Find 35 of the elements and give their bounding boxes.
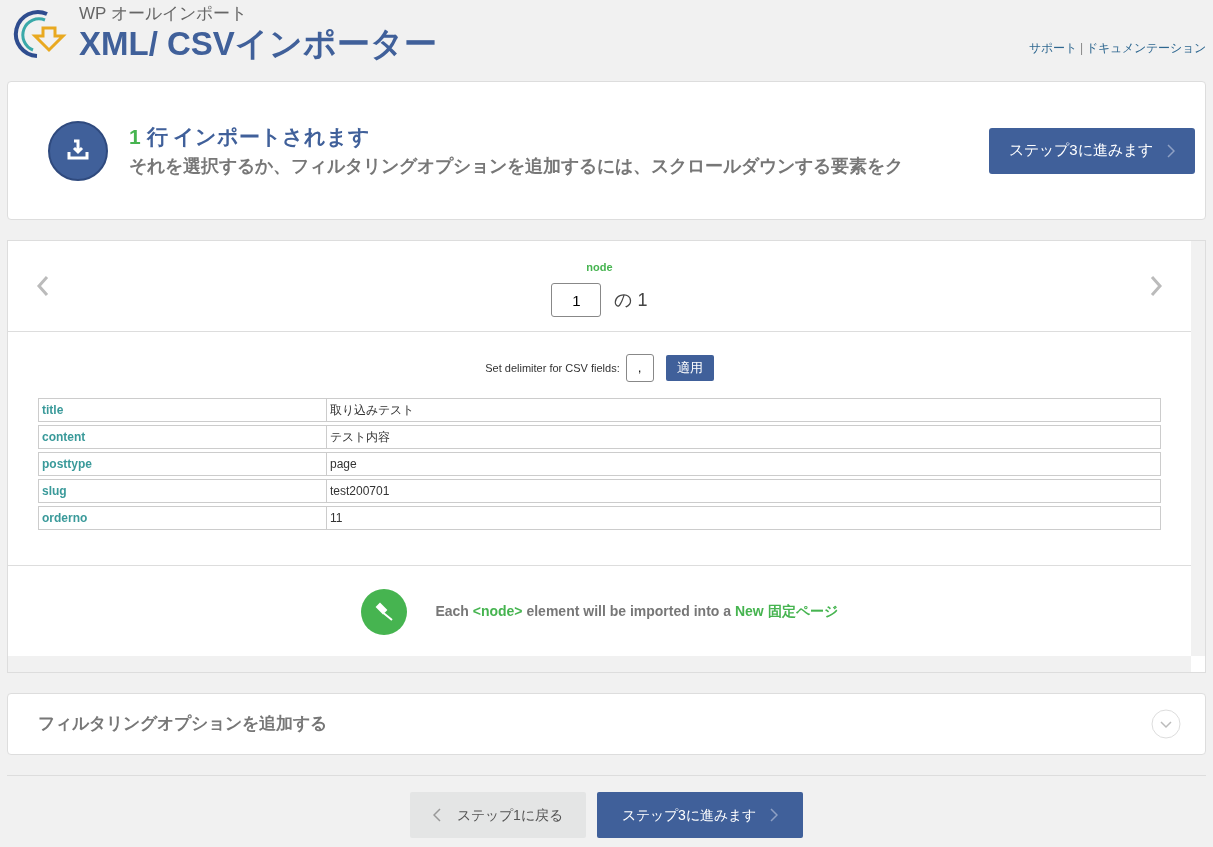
field-name-cell: posttype [39, 453, 327, 475]
delimiter-field[interactable]: , [625, 354, 654, 382]
app-title: XML/ CSVインポーター [79, 24, 437, 64]
field-value-cell-text: テスト内容 [329, 429, 391, 446]
documentation-link[interactable]: ドキュメンテーション [1086, 39, 1206, 57]
import-count-heading: 1 行 インポートされます [129, 124, 372, 151]
page-number-field[interactable]: 1 [551, 283, 602, 318]
chevron-left-icon [433, 808, 442, 822]
apply-button[interactable]: 適用 [665, 355, 714, 381]
field-name-cell: orderno [39, 507, 327, 529]
instruction-text: それを選択するか、フィルタリングオプションを追加するには、スクロールダウンする要素をク [129, 154, 904, 178]
page-total: の 1 [614, 288, 648, 312]
link-separator: | [1079, 40, 1083, 57]
filter-heading: フィルタリングオプションを追加する [38, 713, 327, 736]
node-label: node [586, 259, 613, 275]
app-subtitle: WP オールインポート [79, 4, 248, 24]
back-button[interactable]: ステップ1に戻る [410, 792, 586, 838]
import-message: Each <node> element will be imported into a New 固定ページ [435, 602, 838, 621]
previous-icon[interactable] [36, 275, 50, 297]
field-value-cell-text: page [329, 456, 358, 473]
field-name-cell: title [39, 399, 327, 421]
field-name-cell: slug [39, 480, 327, 502]
expand-icon[interactable] [1151, 709, 1181, 739]
next-icon[interactable] [1149, 275, 1163, 297]
field-value-cell-text: test200701 [329, 483, 391, 500]
support-link[interactable]: サポート [1028, 39, 1077, 57]
chevron-right-icon [769, 808, 778, 822]
delimiter-label: Set delimiter for CSV fields: [485, 360, 620, 376]
next-step-button[interactable]: ステップ3に進みます [989, 127, 1195, 174]
field-value-cell-text: 11 [329, 510, 344, 527]
field-name-cell: content [39, 426, 327, 448]
field-value-cell-text: 取り込みテスト [329, 402, 415, 419]
filter-panel[interactable]: フィルタリングオプションを追加する [7, 693, 1206, 755]
chevron-right-icon [1166, 143, 1175, 158]
next-step-button[interactable]: ステップ3に進みます [597, 792, 803, 838]
